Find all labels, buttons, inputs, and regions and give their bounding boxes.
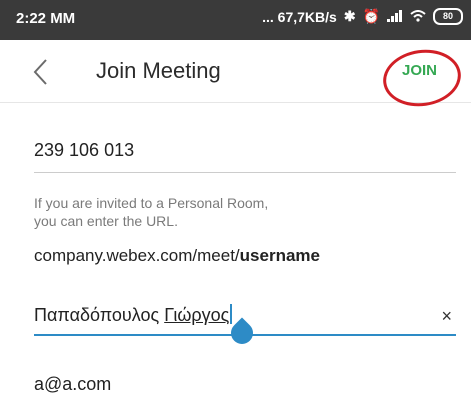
- url-example: company.webex.com/meet/username: [34, 246, 320, 266]
- back-button[interactable]: [22, 55, 58, 89]
- clear-name-button[interactable]: ×: [441, 306, 452, 327]
- status-bar: 2:22 MM ... 67,7KB/s ✱ ⏰ 80: [0, 0, 471, 40]
- network-speed: ... 67,7KB/s: [262, 8, 337, 25]
- email-input[interactable]: a@a.com: [34, 374, 456, 396]
- meeting-number-input[interactable]: 239 106 013: [34, 140, 456, 173]
- hint-line-2: you can enter the URL.: [34, 213, 178, 229]
- url-prefix: company.webex.com/meet/: [34, 246, 240, 265]
- battery-icon: 80: [433, 8, 463, 25]
- signal-icon: [387, 9, 403, 25]
- text-cursor: [230, 304, 233, 324]
- page-title: Join Meeting: [96, 58, 221, 83]
- join-button[interactable]: JOIN: [402, 62, 437, 79]
- status-time: 2:22 MM: [16, 10, 76, 27]
- meeting-number-value: 239 106 013: [34, 140, 135, 160]
- display-name-value: Παπαδόπουλος Γιώργος: [34, 304, 233, 326]
- url-username: username: [239, 246, 320, 265]
- email-value: a@a.com: [34, 374, 112, 394]
- personal-room-hint: If you are invited to a Personal Room, y…: [34, 194, 374, 230]
- name-part-1: Παπαδόπουλος: [34, 305, 165, 325]
- app-bar: Join Meeting JOIN: [0, 40, 471, 112]
- hint-line-1: If you are invited to a Personal Room,: [34, 195, 269, 211]
- bluetooth-icon: ✱: [343, 8, 356, 24]
- chevron-left-icon: [33, 59, 47, 85]
- status-icons: ... 67,7KB/s ✱ ⏰ 80: [262, 8, 463, 25]
- name-part-2: Γιώργος: [164, 305, 230, 325]
- wifi-icon: [410, 9, 426, 25]
- alarm-icon: ⏰: [362, 8, 380, 24]
